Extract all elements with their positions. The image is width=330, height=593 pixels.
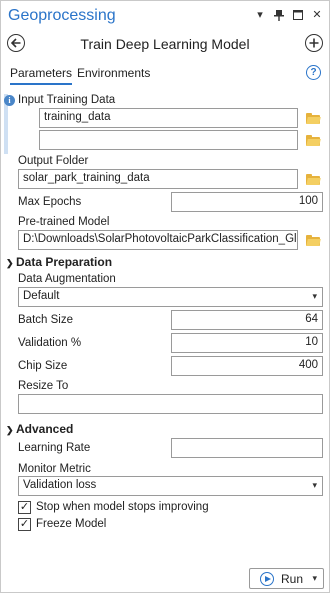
- data-augmentation-label: Data Augmentation: [18, 273, 116, 285]
- batch-size-field[interactable]: 64: [171, 310, 323, 330]
- tab-environments[interactable]: Environments: [77, 66, 150, 80]
- batch-size-label: Batch Size: [18, 314, 73, 326]
- freeze-model-label: Freeze Model: [36, 518, 107, 530]
- data-augmentation-value: Default: [23, 290, 60, 302]
- input-training-data-field-1[interactable]: training_data: [39, 108, 298, 128]
- close-icon[interactable]: ✕: [311, 9, 323, 21]
- pane-window-controls: ▾ ✕: [254, 9, 323, 21]
- tool-tabs: Parameters Environments ?: [1, 63, 329, 85]
- chevron-down-icon: ▾: [312, 480, 317, 490]
- section-data-preparation[interactable]: ❯ Data Preparation: [6, 255, 112, 269]
- data-augmentation-select[interactable]: Default ▾: [18, 287, 323, 307]
- add-icon[interactable]: [305, 34, 323, 52]
- max-epochs-label: Max Epochs: [18, 196, 82, 208]
- chevron-down-icon[interactable]: ▾: [254, 9, 266, 21]
- monitor-metric-select[interactable]: Validation loss ▾: [18, 476, 323, 496]
- output-folder-field[interactable]: solar_park_training_data: [18, 169, 298, 189]
- input-training-data-field-2[interactable]: [39, 130, 298, 150]
- chevron-down-icon: ❯: [6, 258, 14, 268]
- maximize-icon[interactable]: [292, 9, 304, 21]
- monitor-metric-label: Monitor Metric: [18, 463, 91, 475]
- pane-title-bar: Geoprocessing ▾ ✕: [1, 1, 329, 31]
- freeze-model-checkbox[interactable]: ✓: [18, 518, 31, 531]
- pin-icon[interactable]: [273, 9, 285, 21]
- section-advanced[interactable]: ❯ Advanced: [6, 422, 73, 436]
- tab-parameters[interactable]: Parameters: [10, 66, 73, 85]
- max-epochs-field[interactable]: 100: [171, 192, 323, 212]
- tool-header: Train Deep Learning Model: [1, 31, 329, 59]
- pretrained-model-field[interactable]: D:\Downloads\SolarPhotovoltaicParkClassi…: [18, 230, 298, 250]
- learning-rate-label: Learning Rate: [18, 442, 91, 454]
- tool-title: Train Deep Learning Model: [80, 36, 250, 52]
- pane-title: Geoprocessing: [8, 7, 116, 24]
- resize-to-label: Resize To: [18, 380, 69, 392]
- stop-early-label: Stop when model stops improving: [36, 501, 209, 513]
- validation-pct-field[interactable]: 10: [171, 333, 323, 353]
- run-button[interactable]: Run ▾: [249, 568, 324, 589]
- output-folder-label: Output Folder: [18, 155, 89, 167]
- chevron-down-icon: ❯: [6, 425, 14, 435]
- help-icon[interactable]: ?: [306, 65, 321, 80]
- chevron-down-icon[interactable]: ▾: [312, 573, 317, 584]
- input-training-data-label: Input Training Data: [18, 94, 116, 106]
- geoprocessing-pane: Geoprocessing ▾ ✕ Train Deep Learning Mo…: [0, 0, 330, 593]
- stop-early-checkbox[interactable]: ✓: [18, 501, 31, 514]
- info-icon[interactable]: i: [4, 95, 15, 106]
- chip-size-field[interactable]: 400: [171, 356, 323, 376]
- chevron-down-icon: ▾: [312, 291, 317, 301]
- play-icon: [260, 572, 274, 586]
- pretrained-model-label: Pre-trained Model: [18, 216, 110, 228]
- folder-icon[interactable]: [306, 235, 321, 246]
- folder-icon[interactable]: [306, 174, 321, 185]
- section-advanced-label: Advanced: [16, 422, 74, 436]
- folder-icon[interactable]: [306, 135, 321, 146]
- monitor-metric-value: Validation loss: [23, 479, 97, 491]
- validation-pct-label: Validation %: [18, 337, 82, 349]
- folder-icon[interactable]: [306, 113, 321, 124]
- learning-rate-field[interactable]: [171, 438, 323, 458]
- run-button-label: Run: [281, 572, 304, 586]
- section-data-preparation-label: Data Preparation: [16, 255, 113, 269]
- resize-to-field[interactable]: [18, 394, 323, 414]
- chip-size-label: Chip Size: [18, 360, 68, 372]
